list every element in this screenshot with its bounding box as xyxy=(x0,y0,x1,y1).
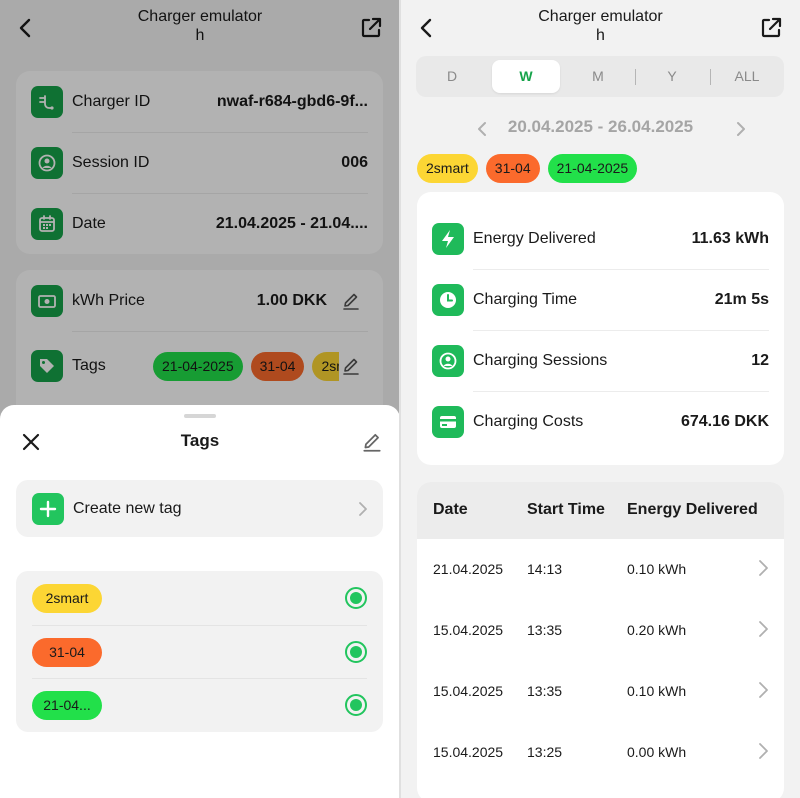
edit-pen-icon xyxy=(363,433,381,452)
stats-card: Energy Delivered 11.63 kWh Charging Time… xyxy=(417,192,784,465)
cell-start-time: 13:35 xyxy=(527,622,563,638)
chevron-right-icon xyxy=(359,501,367,516)
sessions-table: Date Start Time Energy Delivered 21.04.2… xyxy=(417,482,784,798)
cell-date: 15.04.2025 xyxy=(433,622,504,638)
date-range-label: 20.04.2025 - 26.04.2025 xyxy=(507,117,694,136)
sheet-grabber[interactable] xyxy=(184,414,216,418)
charging-sessions-row: Charging Sessions 12 xyxy=(417,330,784,391)
period-selector: D W M Y ALL xyxy=(416,56,784,97)
chevron-right-icon xyxy=(759,682,768,698)
charging-sessions-label: Charging Sessions xyxy=(473,351,608,369)
header: Charger emulator h xyxy=(401,0,800,56)
charging-costs-label: Charging Costs xyxy=(473,412,584,430)
tag-option[interactable]: 21-04... xyxy=(16,678,383,732)
period-all-tab[interactable]: ALL xyxy=(713,60,781,93)
charging-time-label: Charging Time xyxy=(473,290,578,308)
chevron-right-icon xyxy=(759,560,768,576)
create-new-tag-label: Create new tag xyxy=(73,499,182,517)
tag-option-label: 21-04... xyxy=(32,690,102,720)
table-row[interactable]: 15.04.2025 13:25 0.00 kWh xyxy=(417,722,784,783)
previous-period-button[interactable] xyxy=(477,121,487,137)
charger-details-screen: Charger emulator h Charger ID nwaf-r684-… xyxy=(0,0,400,798)
date-range-navigator: 20.04.2025 - 26.04.2025 xyxy=(401,117,800,141)
edit-tags-button[interactable] xyxy=(361,431,383,453)
tag-option[interactable]: 31-04 xyxy=(16,625,383,679)
cell-energy: 0.00 kWh xyxy=(627,744,687,760)
charging-time-value: 21m 5s xyxy=(714,290,769,308)
tags-bottom-sheet: Tags Create new tag 2smart 31-04 21-04..… xyxy=(0,405,400,798)
charging-costs-row: Charging Costs 674.16 DKK xyxy=(417,391,784,452)
tag-option[interactable]: 2smart xyxy=(16,571,383,625)
header-title: Charger emulator h xyxy=(401,7,800,45)
clock-icon xyxy=(432,283,464,316)
divider xyxy=(710,69,711,85)
charger-stats-screen: Charger emulator h D W M Y ALL 20.04.202… xyxy=(401,0,800,798)
period-day-tab[interactable]: D xyxy=(418,60,486,93)
divider xyxy=(635,69,636,85)
bolt-icon xyxy=(432,222,464,255)
column-header-energy: Energy Delivered xyxy=(627,501,758,518)
tag-filter-chip[interactable]: 21-04-2025 xyxy=(547,154,638,183)
sessions-icon xyxy=(432,344,464,377)
sheet-title: Tags xyxy=(180,431,220,450)
cell-start-time: 14:13 xyxy=(527,561,563,577)
create-new-tag-button[interactable]: Create new tag xyxy=(16,480,383,537)
tag-option-label: 31-04 xyxy=(32,637,102,667)
cell-start-time: 13:35 xyxy=(527,683,563,699)
charging-sessions-value: 12 xyxy=(751,351,769,369)
external-link-icon xyxy=(761,17,782,38)
energy-delivered-label: Energy Delivered xyxy=(473,229,596,247)
tag-filter-chip[interactable]: 2smart xyxy=(417,154,478,183)
external-link-button[interactable] xyxy=(759,16,783,40)
charging-time-row: Charging Time 21m 5s xyxy=(417,269,784,330)
plus-icon xyxy=(32,492,64,525)
period-year-tab[interactable]: Y xyxy=(638,60,706,93)
column-header-date: Date xyxy=(433,501,468,518)
selected-radio-icon[interactable] xyxy=(345,641,367,663)
table-header: Date Start Time Energy Delivered xyxy=(417,482,784,539)
cell-energy: 0.20 kWh xyxy=(627,622,687,638)
header-title-text: Charger emulator xyxy=(538,8,663,25)
chevron-right-icon xyxy=(759,621,768,637)
card-icon xyxy=(432,405,464,438)
chevron-right-icon xyxy=(759,743,768,759)
energy-delivered-value: 11.63 kWh xyxy=(691,229,769,247)
tag-option-label: 2smart xyxy=(32,583,102,613)
column-header-start-time: Start Time xyxy=(527,501,605,518)
table-row[interactable]: 15.04.2025 13:35 0.10 kWh xyxy=(417,661,784,722)
period-week-tab[interactable]: W xyxy=(492,60,560,93)
cell-energy: 0.10 kWh xyxy=(627,561,687,577)
energy-delivered-row: Energy Delivered 11.63 kWh xyxy=(417,208,784,269)
cell-start-time: 13:25 xyxy=(527,744,563,760)
next-period-button[interactable] xyxy=(736,121,746,137)
cell-energy: 0.10 kWh xyxy=(627,683,687,699)
header-subtitle: h xyxy=(596,27,605,44)
cell-date: 15.04.2025 xyxy=(433,683,504,699)
selected-radio-icon[interactable] xyxy=(345,694,367,716)
tag-list: 2smart 31-04 21-04... xyxy=(16,571,383,732)
active-tag-filters: 2smart 31-04 21-04-2025 xyxy=(417,154,638,183)
charging-costs-value: 674.16 DKK xyxy=(680,412,769,430)
period-month-tab[interactable]: M xyxy=(564,60,632,93)
tag-filter-chip[interactable]: 31-04 xyxy=(485,154,540,183)
cell-date: 15.04.2025 xyxy=(433,744,504,760)
table-row[interactable]: 21.04.2025 14:13 0.10 kWh xyxy=(417,539,784,600)
cell-date: 21.04.2025 xyxy=(433,561,504,577)
table-row[interactable]: 15.04.2025 13:35 0.20 kWh xyxy=(417,600,784,661)
selected-radio-icon[interactable] xyxy=(345,587,367,609)
